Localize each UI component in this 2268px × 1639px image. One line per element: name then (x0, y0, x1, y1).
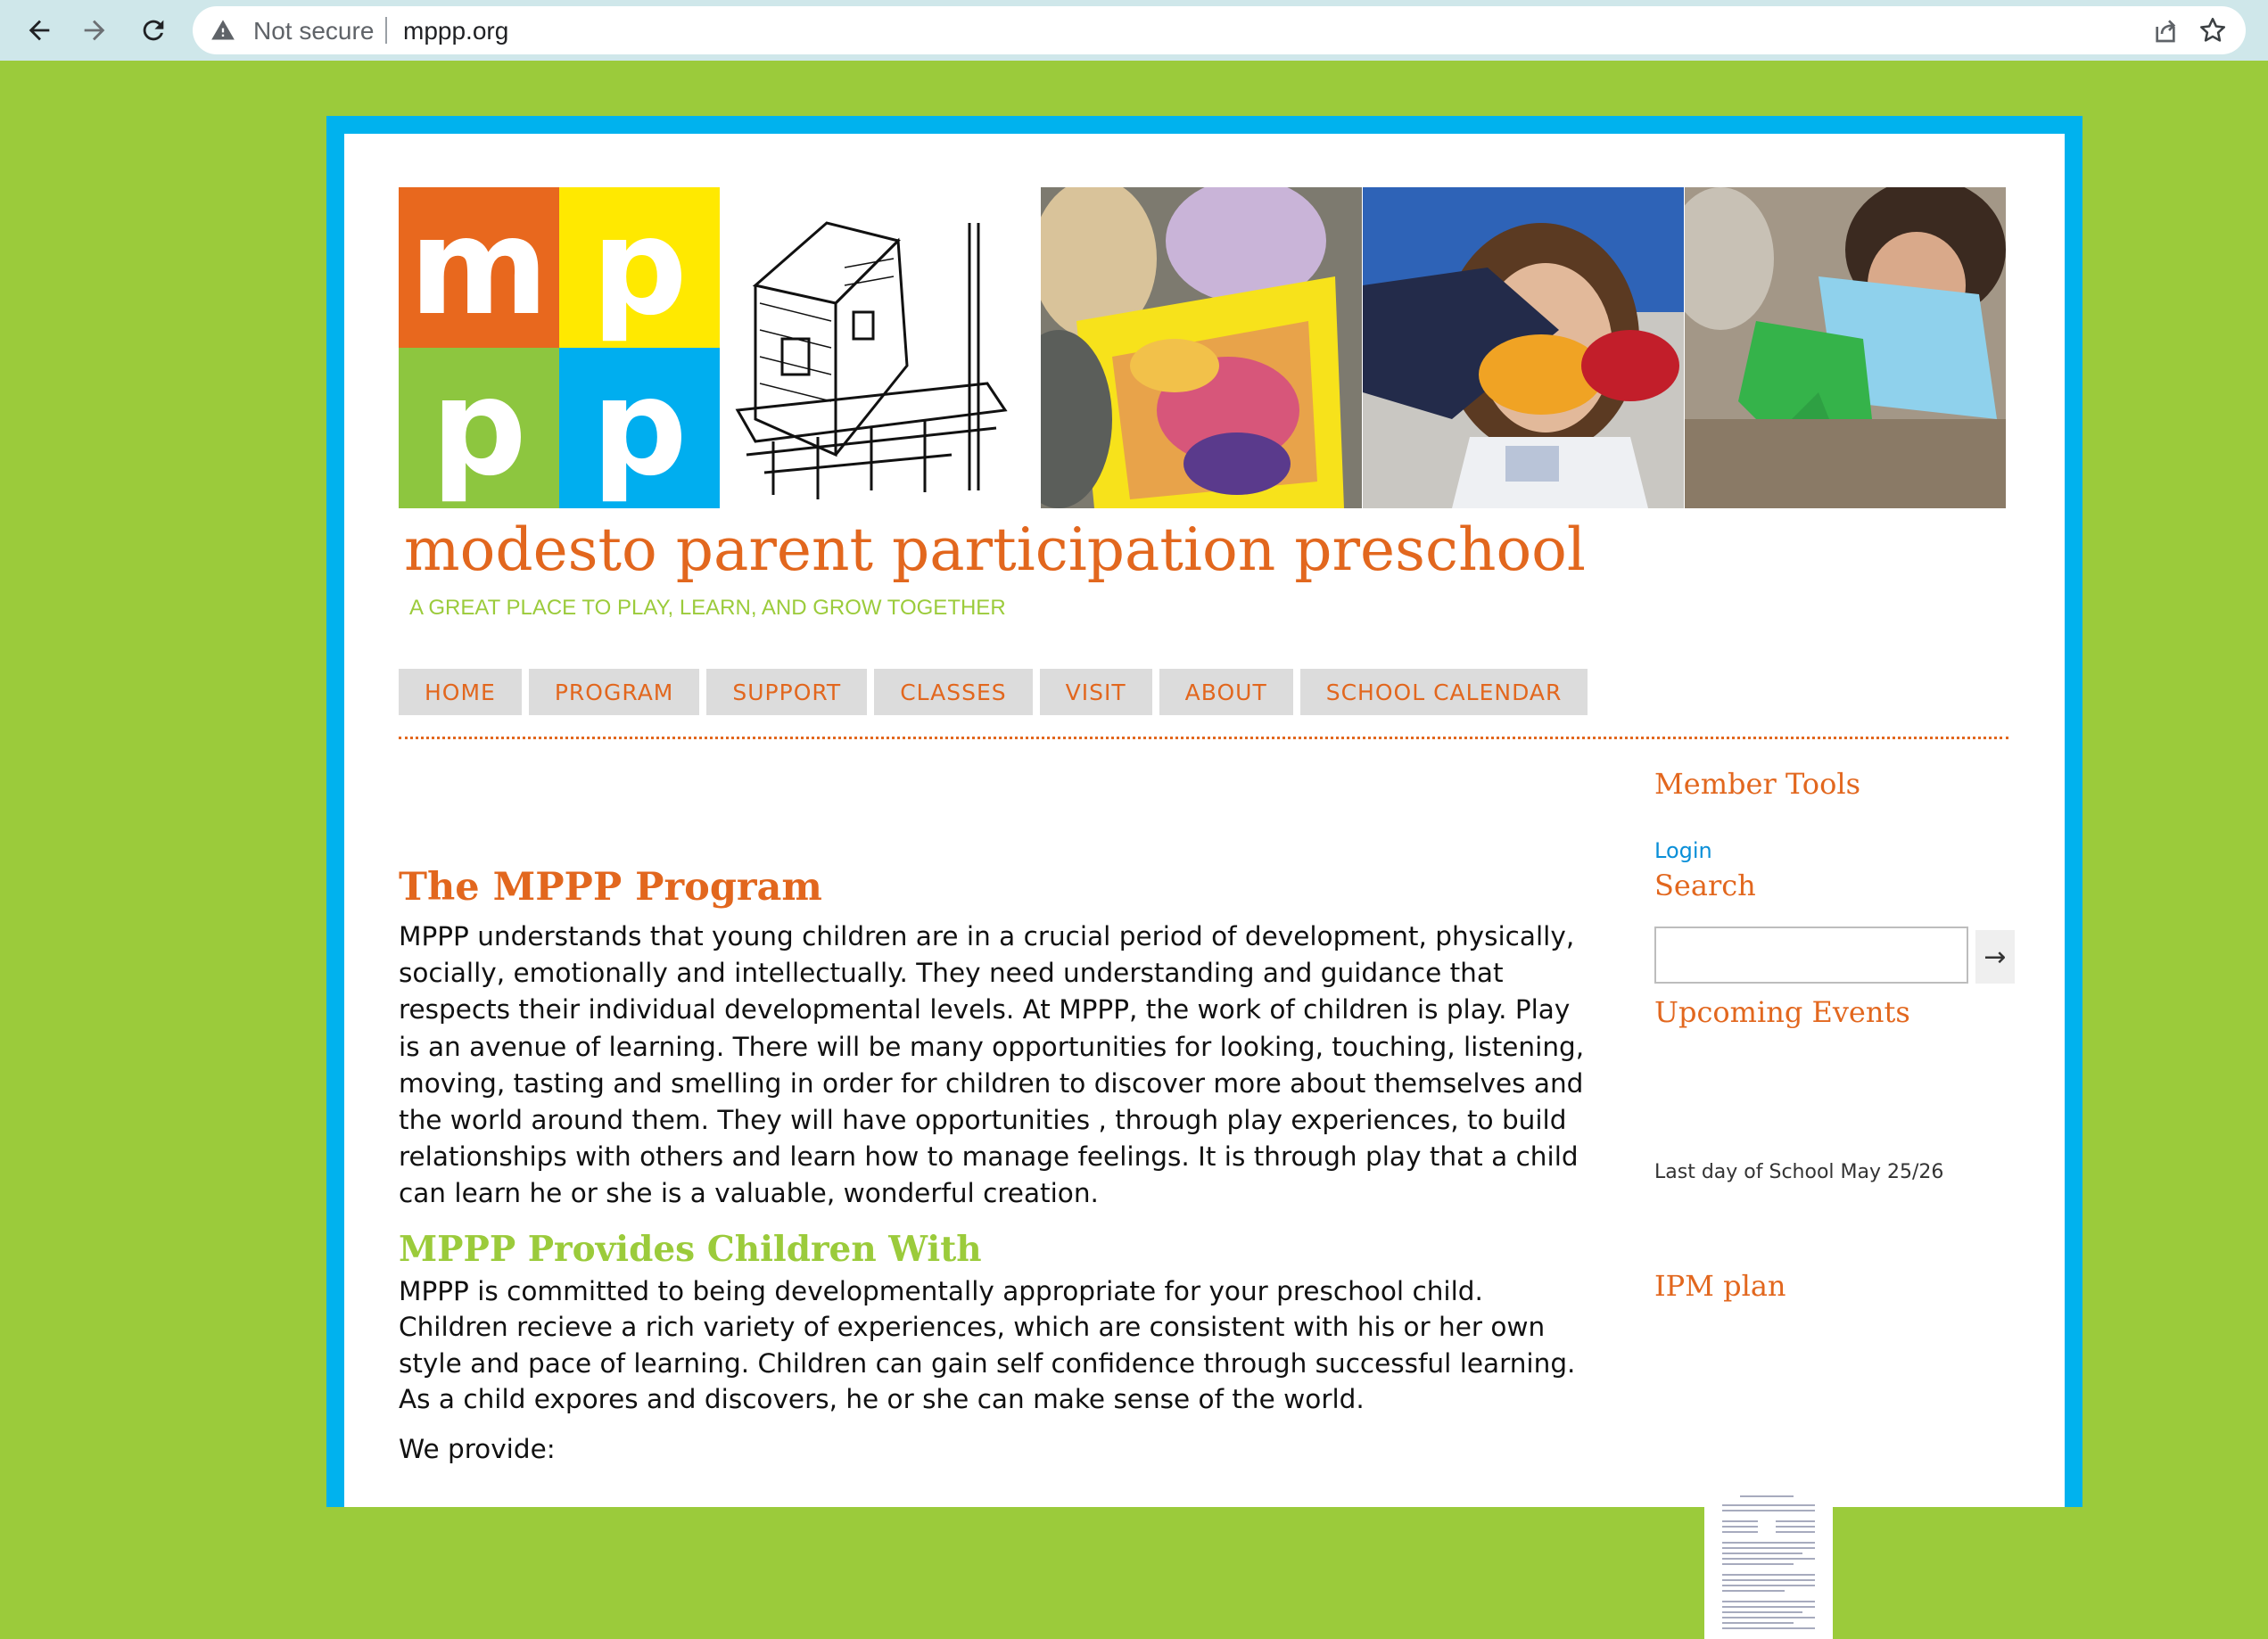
search-input[interactable] (1654, 927, 1968, 984)
nav-classes[interactable]: CLASSES (874, 669, 1033, 715)
ipm-plan-heading: IPM plan (1654, 1269, 1786, 1303)
search-submit-button[interactable]: → (1975, 930, 2015, 984)
school-name: modesto parent participation preschool (404, 515, 1587, 584)
nav-home[interactable]: HOME (399, 669, 522, 715)
share-icon[interactable] (2151, 16, 2180, 45)
nav-support[interactable]: SUPPORT (706, 669, 868, 715)
page-title: The MPPP Program (399, 865, 822, 910)
nav-about[interactable]: ABOUT (1159, 669, 1293, 715)
mppp-logo: m p p p (399, 187, 720, 508)
we-provide-text: We provide: (399, 1433, 556, 1464)
search-heading: Search (1654, 869, 1756, 902)
bookmark-star-icon[interactable] (2198, 15, 2228, 45)
photo-child-umbrella (1363, 187, 1684, 508)
house-sketch-image (720, 187, 1041, 508)
warning-icon (211, 20, 235, 40)
security-status[interactable]: Not secure (253, 17, 374, 45)
address-bar[interactable]: Not secure mppp.org (193, 6, 2246, 54)
section-heading-provides: MPPP Provides Children With (399, 1228, 982, 1270)
logo-tile-p1: p (559, 187, 720, 348)
photo-children-painting (1041, 187, 1362, 508)
logo-tile-p3: p (559, 348, 720, 508)
arrow-right-icon (84, 20, 105, 41)
nav-school-calendar[interactable]: SCHOOL CALENDAR (1299, 669, 1588, 715)
main-content: The MPPP Program MPPP understands that y… (399, 865, 1594, 1464)
menu-divider (399, 737, 2008, 739)
omnibox-divider (385, 17, 387, 44)
nav-program[interactable]: PROGRAM (528, 669, 700, 715)
page-content: m p p p modesto parent participation pre… (344, 134, 2065, 1639)
page-frame: m p p p modesto parent participation pre… (326, 116, 2082, 1639)
reload-button[interactable] (132, 9, 175, 52)
upcoming-events-heading: Upcoming Events (1654, 995, 1910, 1029)
login-link[interactable]: Login (1654, 838, 1712, 863)
forward-button[interactable] (73, 9, 116, 52)
member-tools-heading: Member Tools (1654, 767, 1860, 801)
provides-text: MPPP is committed to being developmental… (399, 1275, 1576, 1415)
main-nav: HOME PROGRAM SUPPORT CLASSES VISIT ABOUT… (399, 669, 1588, 715)
reload-icon (143, 20, 164, 41)
program-intro: MPPP understands that young children are… (399, 921, 1585, 1209)
browser-toolbar: Not secure mppp.org (0, 0, 2268, 61)
back-button[interactable] (18, 9, 61, 52)
url-text[interactable]: mppp.org (403, 17, 508, 45)
logo-tile-p2: p (399, 348, 559, 508)
tagline: A GREAT PLACE TO PLAY, LEARN, AND GROW T… (409, 596, 1006, 620)
header-banner[interactable]: m p p p modesto parent participation pre… (399, 187, 2008, 633)
nav-visit[interactable]: VISIT (1039, 669, 1152, 715)
ipm-plan-document-thumbnail[interactable] (1704, 1487, 1833, 1639)
event-item[interactable]: Last day of School May 25/26 (1654, 1161, 1943, 1183)
photo-child-watering-can (1685, 187, 2006, 508)
logo-tile-m: m (399, 187, 559, 348)
arrow-left-icon (29, 20, 50, 41)
